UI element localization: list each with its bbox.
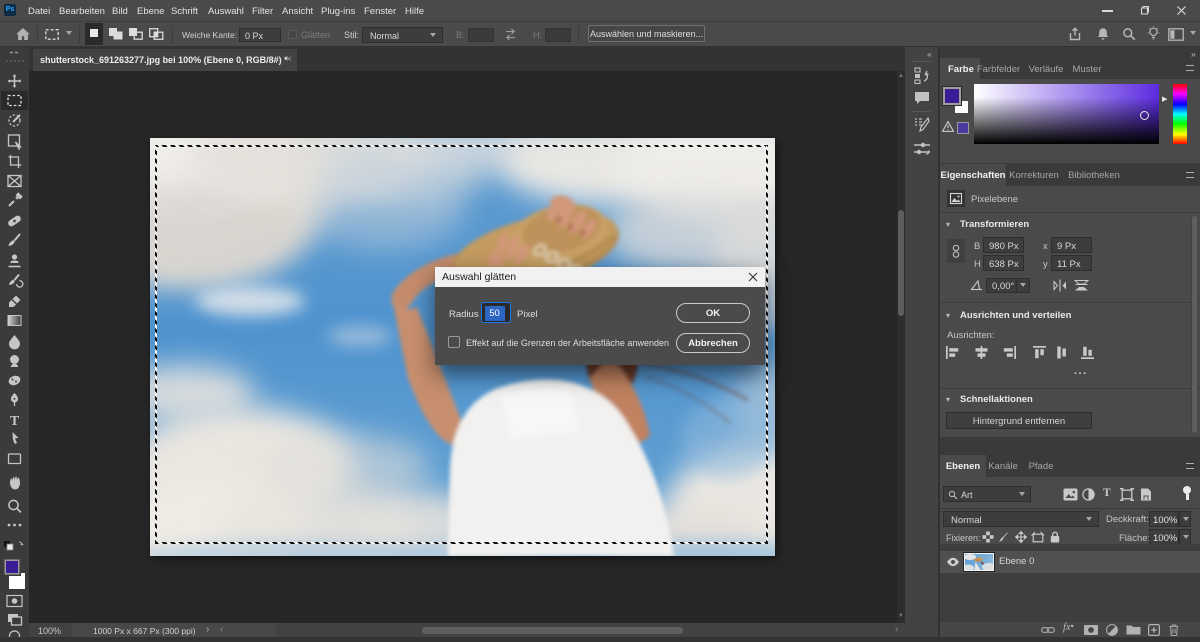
svg-text:T: T	[10, 414, 20, 429]
